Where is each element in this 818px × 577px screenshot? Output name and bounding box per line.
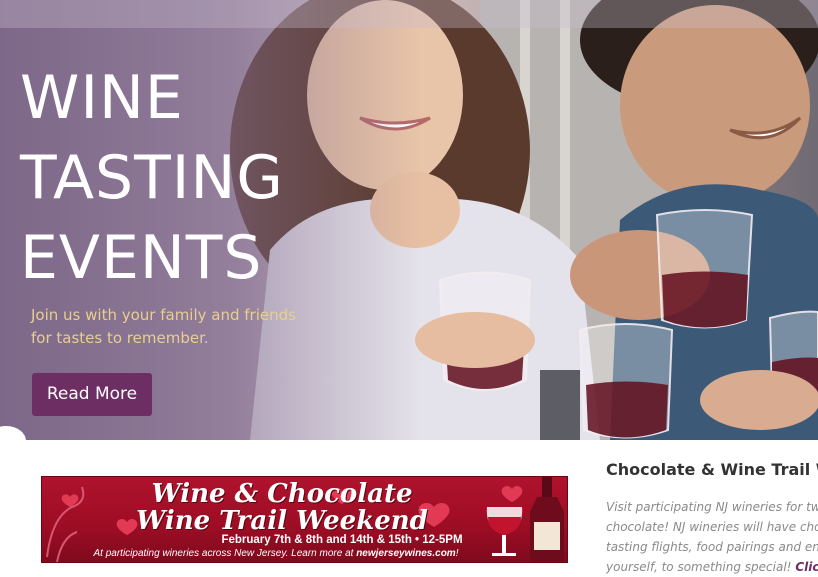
hero-slider: WINE TASTING EVENTS Join us with your fa… bbox=[0, 0, 818, 440]
hero-title-line: WINE bbox=[20, 63, 184, 133]
banner-title-line: Wine Trail Weekend bbox=[136, 506, 428, 536]
read-more-button[interactable]: Read More bbox=[32, 373, 152, 416]
article-body-text: yourself, to something special! bbox=[606, 560, 792, 574]
banner-footer-suffix: ! bbox=[455, 548, 459, 559]
hero-subtitle-line: for tastes to remember. bbox=[31, 329, 209, 347]
article-body: Visit participating NJ wineries for two … bbox=[606, 497, 818, 577]
article-body-line-last: yourself, to something special! Click h bbox=[606, 557, 818, 577]
article-body-line: tasting flights, food pairings and ente bbox=[606, 540, 818, 554]
article-body-line: chocolate! NJ wineries will have choco bbox=[606, 520, 818, 534]
hero-title-line: EVENTS bbox=[20, 223, 263, 293]
banner-footer: At participating wineries across New Jer… bbox=[56, 548, 496, 559]
click-here-link[interactable]: Click h bbox=[795, 560, 818, 574]
top-bar bbox=[0, 0, 818, 28]
banner-dates: February 7th & 8th and 14th & 15th • 12-… bbox=[221, 534, 463, 546]
article-title[interactable]: Chocolate & Wine Trail We bbox=[606, 460, 818, 479]
hero-subtitle-line: Join us with your family and friends bbox=[31, 306, 296, 324]
hero-subtitle: Join us with your family and friends for… bbox=[31, 304, 331, 350]
hero-title: WINE TASTING EVENTS bbox=[20, 58, 340, 298]
wine-bottle-icon bbox=[530, 477, 564, 562]
article-body-line: Visit participating NJ wineries for two bbox=[606, 500, 818, 514]
banner-title: Wine & Chocolate Wine Trail Weekend bbox=[82, 481, 482, 535]
wine-chocolate-banner[interactable]: Wine & Chocolate Wine Trail Weekend Febr… bbox=[41, 476, 568, 563]
banner-footer-text: At participating wineries across New Jer… bbox=[93, 548, 357, 559]
hero-title-line: TASTING bbox=[20, 143, 284, 213]
article-teaser: Chocolate & Wine Trail We Visit particip… bbox=[606, 460, 818, 577]
banner-footer-link: newjerseywines.com bbox=[356, 548, 456, 559]
banner-title-line: Wine & Chocolate bbox=[151, 479, 413, 509]
